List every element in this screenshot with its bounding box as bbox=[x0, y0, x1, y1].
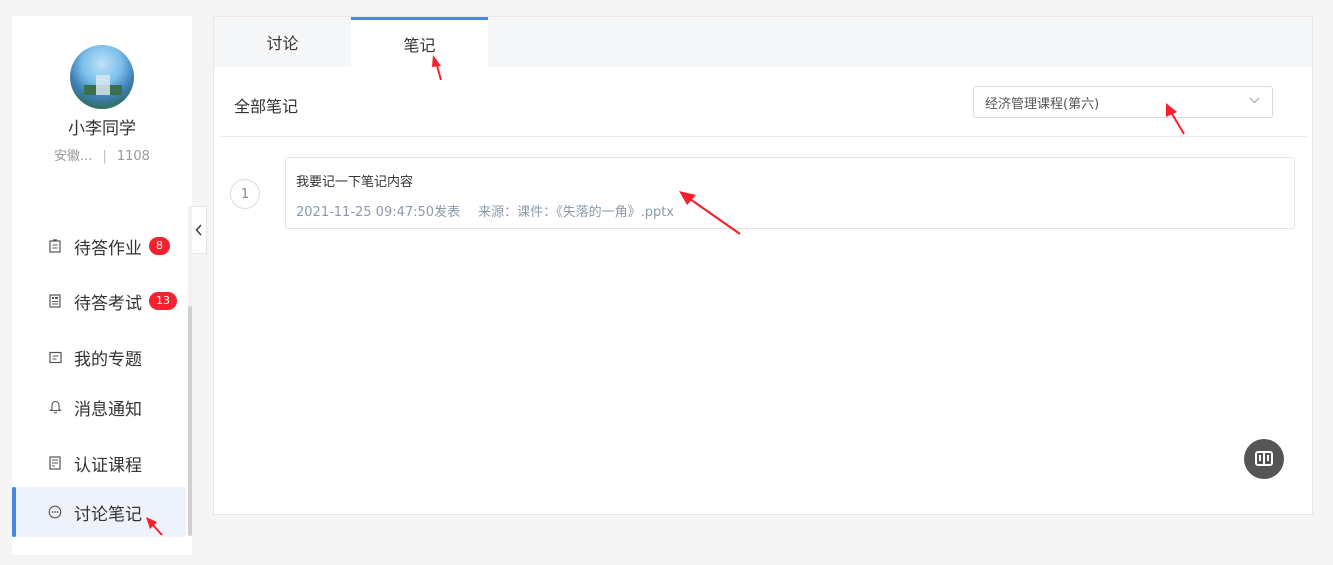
sidebar-item-label: 讨论笔记 bbox=[74, 504, 142, 525]
tab-notes[interactable]: 笔记 bbox=[351, 17, 488, 67]
sidebar: 小李同学 安徽... | 1108 待答作业 8 待答考试 13 我的专题 消息通知 bbox=[12, 16, 192, 555]
user-meta: 安徽... | 1108 bbox=[54, 149, 150, 164]
chat-bubble-icon bbox=[48, 505, 62, 519]
collapse-sidebar-button[interactable] bbox=[192, 206, 207, 254]
sidebar-item-label: 消息通知 bbox=[74, 399, 142, 420]
section-title: 全部笔记 bbox=[234, 97, 299, 116]
user-name: 小李同学 bbox=[68, 119, 136, 139]
course-select[interactable]: 经济管理课程(第六) bbox=[973, 86, 1273, 118]
note-card[interactable]: 我要记一下笔记内容 2021-11-25 09:47:50发表 来源：课件：《失落… bbox=[285, 157, 1295, 229]
float-book-button[interactable] bbox=[1244, 439, 1284, 479]
chevron-left-icon bbox=[195, 224, 202, 236]
note-meta: 2021-11-25 09:47:50发表 来源：课件：《失落的一角》.pptx bbox=[296, 201, 674, 220]
user-id: 1108 bbox=[116, 149, 150, 164]
clipboard-icon bbox=[48, 239, 62, 253]
sidebar-item-label: 认证课程 bbox=[74, 455, 142, 476]
sidebar-item-certified-courses[interactable]: 认证课程 bbox=[12, 439, 186, 487]
tab-bar: 讨论 笔记 bbox=[214, 17, 1312, 67]
sidebar-item-label: 我的专题 bbox=[74, 349, 142, 370]
course-select-value: 经济管理课程(第六) bbox=[985, 96, 1100, 112]
certificate-icon bbox=[48, 456, 62, 470]
sidebar-item-my-topics[interactable]: 我的专题 bbox=[12, 333, 186, 381]
exam-sheet-icon bbox=[48, 294, 62, 308]
tab-discussion[interactable]: 讨论 bbox=[214, 17, 351, 67]
sidebar-scrollbar-thumb[interactable] bbox=[188, 306, 192, 536]
badge-count: 13 bbox=[149, 292, 177, 310]
sidebar-item-label: 待答考试 bbox=[74, 293, 142, 314]
avatar[interactable] bbox=[70, 45, 134, 109]
note-published-time: 2021-11-25 09:47:50发表 bbox=[296, 205, 461, 220]
tab-label: 讨论 bbox=[266, 34, 299, 53]
divider bbox=[220, 136, 1307, 137]
sidebar-item-pending-exam[interactable]: 待答考试 13 bbox=[12, 277, 186, 325]
tab-label: 笔记 bbox=[403, 35, 436, 55]
notes-header: 全部笔记 经济管理课程(第六) bbox=[214, 67, 1312, 137]
chevron-down-icon bbox=[1249, 97, 1260, 104]
note-source: 来源：课件：《失落的一角》.pptx bbox=[478, 205, 675, 220]
note-content: 我要记一下笔记内容 bbox=[296, 175, 414, 190]
main-panel: 讨论 笔记 全部笔记 经济管理课程(第六) 1 我要记一下笔记内容 2021-1… bbox=[213, 16, 1313, 515]
bell-icon bbox=[48, 400, 62, 414]
user-school: 安徽... bbox=[54, 149, 93, 164]
badge-count: 8 bbox=[149, 237, 170, 255]
sidebar-item-pending-homework[interactable]: 待答作业 8 bbox=[12, 222, 186, 270]
book-icon bbox=[1255, 451, 1273, 466]
sidebar-item-label: 待答作业 bbox=[74, 238, 142, 259]
note-index: 1 bbox=[230, 179, 260, 209]
sidebar-item-discussion-notes[interactable]: 讨论笔记 bbox=[12, 487, 186, 537]
sidebar-item-notifications[interactable]: 消息通知 bbox=[12, 383, 186, 431]
topic-icon bbox=[48, 350, 62, 364]
